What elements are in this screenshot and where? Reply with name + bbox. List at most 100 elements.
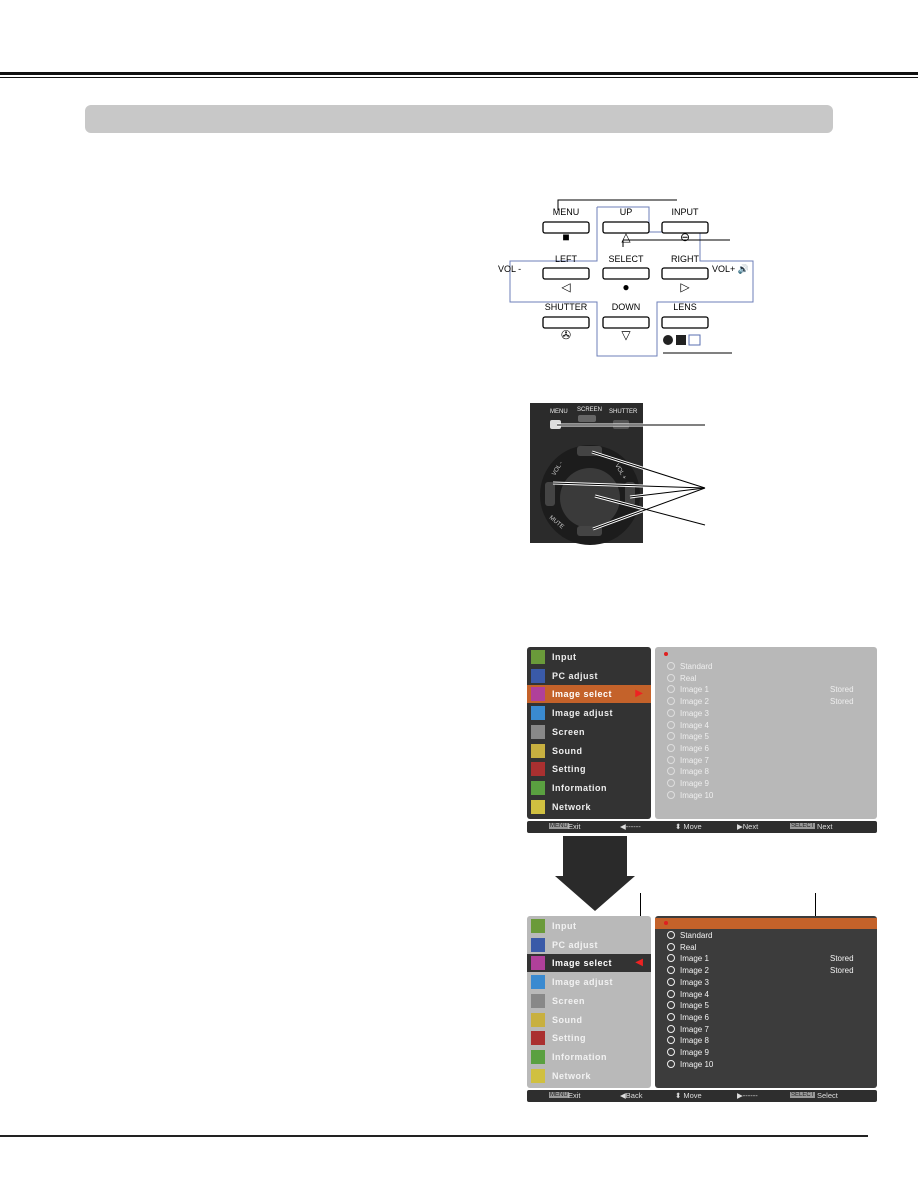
image-option-standard[interactable]: Standard [667,931,712,942]
image-option-standard[interactable]: Standard [667,662,712,673]
image-option-image-3[interactable]: Image 3 [667,708,709,720]
menu-item-label: Information [552,1051,607,1062]
menu-item-input[interactable]: Input [527,917,651,935]
menu-item-setting[interactable]: Setting [527,760,651,778]
image-select-menu-before: Input PC adjust Image select ▶ Image adjust S… [527,647,877,833]
up-icon: △ [621,230,631,244]
remote-select-button[interactable] [560,468,620,528]
menu-item-pc-adjust[interactable]: PC adjust [527,936,651,954]
stored-status: Stored [830,697,854,707]
setting-icon [531,762,545,777]
lens-button[interactable] [661,316,709,329]
panel-label-menu: MENU [553,207,580,217]
menu-item-pc-adjust[interactable]: PC adjust [527,667,651,685]
option-label: Image 10 [680,1059,714,1069]
red-dot-icon [664,652,668,656]
menu-item-information[interactable]: Information [527,1048,651,1066]
remote-left-button[interactable] [545,482,555,506]
menu-item-information[interactable]: Information [527,779,651,797]
shutter-button[interactable] [542,316,590,329]
header-rule [0,72,918,75]
image-option-image-2[interactable]: Image 2 [667,966,709,977]
stored-status: Stored [830,966,854,976]
image-options-panel: Standard Real Image 1 Stored Image 2 Stored Im… [655,647,877,819]
image-option-image-5[interactable]: Image 5 [667,1001,709,1012]
remote-shutter-label: SHUTTER [609,409,638,415]
screen-icon [531,724,545,739]
shutter-icon: ✇ [561,328,571,342]
image-option-real[interactable]: Real [667,942,696,954]
menu-item-network[interactable]: Network [527,798,651,816]
image-option-image-1[interactable]: Image 1 [667,954,709,965]
back-label: ◀------ [620,822,641,831]
menu-item-image-select[interactable]: Image select ▶ [527,685,651,704]
right-button[interactable] [661,267,709,280]
option-label: Image 3 [680,977,709,987]
menu-item-network[interactable]: Network [527,1067,651,1085]
menu-item-image-adjust[interactable]: Image adjust [527,704,651,722]
image-option-image-10[interactable]: Image 10 [667,1059,714,1071]
image-option-image-5[interactable]: Image 5 [667,732,709,743]
panel-label-shutter: SHUTTER [545,302,588,312]
input-icon: ⊖ [680,230,690,244]
current-mode-row[interactable] [655,649,877,660]
radio-icon [667,755,675,764]
pc-adjust-icon [531,937,545,952]
image-option-image-1[interactable]: Image 1 [667,685,709,696]
image-option-image-4[interactable]: Image 4 [667,989,709,1001]
screen-icon [531,993,545,1008]
image-option-image-10[interactable]: Image 10 [667,790,713,802]
menu-item-input[interactable]: Input [527,648,651,666]
information-icon [531,780,545,795]
image-options-panel: Standard Real Image 1 Stored Image 2 Stored Im… [655,916,877,1088]
footer-rule [0,1135,868,1137]
down-icon: ▽ [621,328,631,342]
option-label: Image 2 [680,697,709,707]
image-option-image-4[interactable]: Image 4 [667,720,709,732]
image-option-image-9[interactable]: Image 9 [667,1048,709,1059]
image-option-image-7[interactable]: Image 7 [667,755,709,767]
radio-icon [667,1024,675,1033]
radio-icon [667,989,675,998]
image-option-real[interactable]: Real [667,673,696,685]
menu-item-image-select[interactable]: Image select ◀ [527,954,651,973]
image-option-image-7[interactable]: Image 7 [667,1024,709,1036]
menu-item-label: Network [552,1070,592,1081]
menu-item-sound[interactable]: Sound [527,742,651,760]
menu-item-label: Sound [552,1014,583,1025]
menu-item-screen[interactable]: Screen [527,723,651,741]
radio-icon [667,720,675,729]
current-mode-row[interactable] [655,918,877,929]
panel-label-right: RIGHT [671,254,700,264]
image-option-image-6[interactable]: Image 6 [667,743,709,755]
down-button[interactable] [602,316,650,329]
panel-label-down: DOWN [612,302,641,312]
menu-footer: MENU Exit ◀------ ⬍ Move ▶Next SELECT Next [527,821,877,833]
lens-shift-icon [688,334,701,346]
image-option-image-8[interactable]: Image 8 [667,1036,709,1047]
menu-key-badge: MENU [549,1092,569,1098]
select-button[interactable] [602,267,650,280]
select-label: Next [817,822,833,831]
radio-icon [667,954,675,963]
menu-item-label: Sound [552,745,583,756]
image-option-image-3[interactable]: Image 3 [667,977,709,989]
menu-item-label: Image adjust [552,708,614,719]
vol-plus-label: VOL+ 🔊 [712,263,749,275]
left-icon: ◁ [561,280,571,294]
image-option-image-9[interactable]: Image 9 [667,779,709,790]
left-button[interactable] [542,267,590,280]
image-option-image-2[interactable]: Image 2 [667,697,709,708]
image-option-image-6[interactable]: Image 6 [667,1012,709,1024]
panel-label-select: SELECT [608,254,644,264]
image-option-image-8[interactable]: Image 8 [667,767,709,778]
image-select-icon [531,956,545,971]
menu-item-sound[interactable]: Sound [527,1011,651,1029]
sound-icon [531,743,545,758]
radio-icon [667,1001,675,1010]
menu-item-screen[interactable]: Screen [527,992,651,1010]
radio-icon [667,1048,675,1056]
menu-item-image-adjust[interactable]: Image adjust [527,973,651,991]
menu-item-setting[interactable]: Setting [527,1029,651,1047]
submenu-arrow-icon: ▶ [635,688,643,700]
